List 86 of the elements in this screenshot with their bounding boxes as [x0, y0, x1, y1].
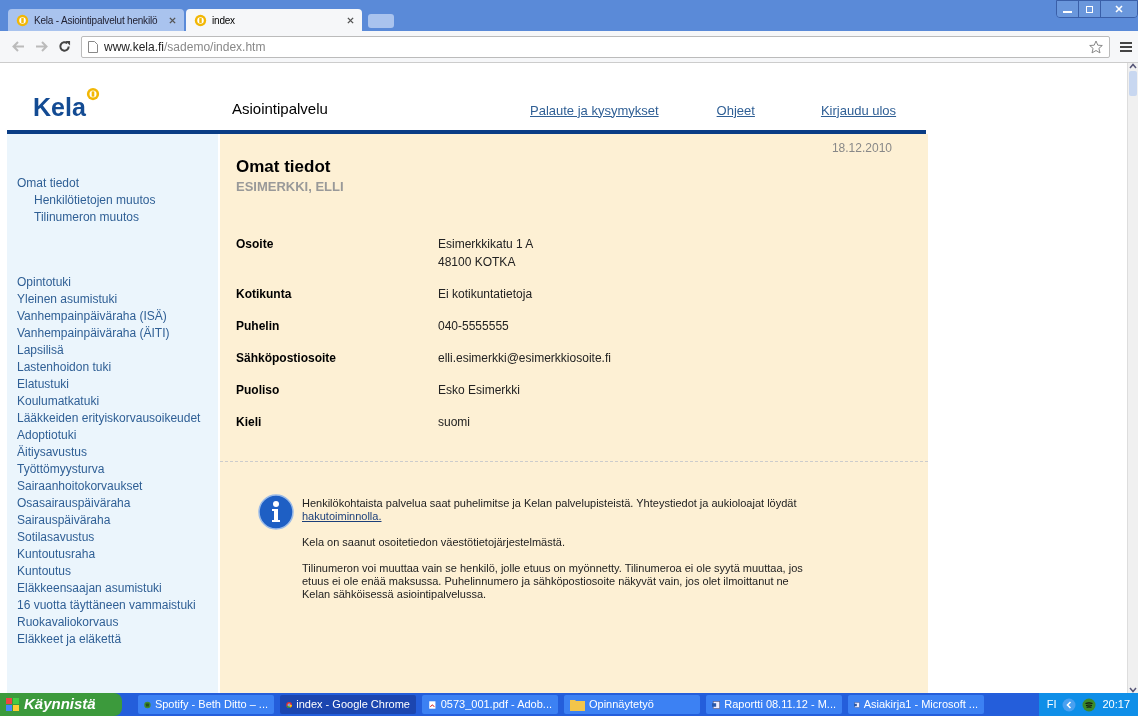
- taskbar-button[interactable]: Raportti 08.11.12 - M...: [706, 695, 842, 714]
- field-value: 040-5555555: [438, 317, 509, 335]
- clock: 20:17: [1102, 697, 1130, 713]
- taskbar-button[interactable]: Opinnäytetyö: [564, 695, 700, 714]
- field-value: suomi: [438, 413, 470, 431]
- tab-title: Kela - Asiointipalvelut henkilö: [34, 13, 159, 28]
- language-indicator[interactable]: FI: [1046, 696, 1057, 713]
- search-link[interactable]: hakutoiminnolla.: [302, 509, 382, 522]
- sidebar-link[interactable]: Ruokavaliokorvaus: [17, 614, 212, 631]
- sidebar-link[interactable]: Opintotuki: [17, 274, 212, 291]
- spotify-icon: [1082, 697, 1097, 712]
- info-paragraph: Kela on saanut osoitetiedon väestötietojärjestelmästä.: [302, 535, 566, 549]
- close-icon[interactable]: [347, 16, 354, 24]
- field-label: Puhelin: [236, 317, 281, 335]
- field-label: Kotikunta: [236, 285, 293, 303]
- sidebar-link[interactable]: Sairauspäiväraha: [17, 512, 212, 529]
- reload-icon[interactable]: [58, 40, 71, 53]
- address-bar[interactable]: www.kela.fi/sademo/index.htm: [81, 35, 1110, 58]
- minimize-button[interactable]: [1057, 1, 1079, 17]
- sidebar-link[interactable]: Äitiysavustus: [17, 444, 212, 461]
- header-link[interactable]: Palaute ja kysymykset: [530, 100, 659, 120]
- kela-logo: Kela: [33, 95, 86, 120]
- browser-tab[interactable]: index: [186, 9, 362, 31]
- person-name: ESIMERKKI, ELLI: [236, 178, 345, 196]
- sidebar-link[interactable]: Osasairauspäiväraha: [17, 495, 212, 512]
- scrollbar[interactable]: [1127, 63, 1138, 693]
- chevron-left-icon[interactable]: [1062, 697, 1077, 712]
- header-link[interactable]: Kirjaudu ulos: [820, 100, 897, 120]
- info-paragraph: Henkilökohtaista palvelua saat puhelimitse ja Kelan palvelupisteistä. Yhteystiedot ja aukioloajat löydät hakutoiminnolla.: [302, 496, 798, 523]
- field-value: Ei kotikuntatietoja: [438, 285, 533, 303]
- sidebar-link[interactable]: Koulumatkatuki: [17, 393, 212, 410]
- favicon-icon: [194, 13, 207, 27]
- sidebar-link[interactable]: Lääkkeiden erityiskorvausoikeudet: [17, 410, 212, 427]
- sidebar-link[interactable]: Eläkkeensaajan asumistuki: [17, 580, 212, 597]
- sidebar-link[interactable]: Kuntoutus: [17, 563, 212, 580]
- sidebar-link[interactable]: Henkilötietojen muutos: [17, 192, 212, 209]
- sidebar-link[interactable]: Sairaanhoitokorvaukset: [17, 478, 212, 495]
- sidebar-link[interactable]: Sotilasavustus: [17, 529, 212, 546]
- star-icon[interactable]: [1089, 39, 1103, 54]
- start-button[interactable]: Käynnistä: [0, 693, 122, 716]
- taskbar-button[interactable]: 0573_001.pdf - Adob...: [422, 695, 558, 714]
- windows-logo-icon: [6, 697, 20, 712]
- sidebar-link[interactable]: 16 vuotta täyttäneen vammaistuki: [17, 597, 212, 614]
- sidebar-link[interactable]: Vanhempainpäiväraha (ÄITI): [17, 325, 212, 342]
- scroll-down-icon[interactable]: [1129, 687, 1137, 693]
- field-label: Kieli: [236, 413, 263, 431]
- folder-icon: [570, 698, 585, 711]
- field-value: elli.esimerkki@esimerkkiosoite.fi: [438, 349, 611, 367]
- field-label: Puoliso: [236, 381, 281, 399]
- sidebar-link[interactable]: Lastenhoidon tuki: [17, 359, 212, 376]
- field-value: Esko Esimerkki: [438, 381, 520, 399]
- taskbar-button[interactable]: index - Google Chrome: [280, 695, 416, 714]
- tab-title: index: [212, 13, 236, 28]
- service-title: Asiointipalvelu: [232, 98, 329, 119]
- sidebar-link[interactable]: Työttömyysturva: [17, 461, 212, 478]
- sidebar-link[interactable]: Elatustuki: [17, 376, 212, 393]
- url-text: www.kela.fi/sademo/index.htm: [104, 38, 267, 56]
- scrollbar-thumb[interactable]: [1129, 71, 1137, 96]
- logo-badge-icon: [85, 87, 100, 101]
- page-icon: [88, 40, 98, 53]
- sidebar-link[interactable]: Kuntoutusraha: [17, 546, 212, 563]
- field-value: Esimerkkikatu 1 A: [438, 235, 534, 253]
- sidebar-link[interactable]: Omat tiedot: [17, 175, 212, 192]
- sidebar-link[interactable]: Tilinumeron muutos: [17, 209, 212, 226]
- field-value: 48100 KOTKA: [438, 253, 517, 271]
- close-icon: [1115, 5, 1123, 13]
- sidebar-link[interactable]: Eläkkeet ja eläkettä: [17, 631, 212, 648]
- header-link[interactable]: Ohjeet: [716, 100, 755, 120]
- menu-icon[interactable]: [1120, 40, 1132, 53]
- taskbar-button[interactable]: Spotify - Beth Ditto – ...: [138, 695, 274, 714]
- field-label: Osoite: [236, 235, 275, 253]
- page-title: Omat tiedot: [236, 157, 332, 177]
- taskbar-button[interactable]: Asiakirja1 - Microsoft ...: [848, 695, 984, 714]
- browser-tab[interactable]: Kela - Asiointipalvelut henkilö: [8, 9, 184, 31]
- info-paragraph: Tilinumeron voi muuttaa vain se henkilö, jolle etuus on myönnetty. Tilinumeroa ei ole syytä muuttaa, jos etuus ei ole enää maksussa. Puhelinnumero ja sähköpostiosoite näkyvät vain, jos olet ilmoittanut ne Kelan sähköisessä asiointipalvelussa.: [302, 561, 804, 601]
- date-text: 18.12.2010: [831, 140, 892, 157]
- sidebar-link[interactable]: Vanhempainpäiväraha (ISÄ): [17, 308, 212, 325]
- sidebar-link[interactable]: Adoptiotuki: [17, 427, 212, 444]
- sidebar-link[interactable]: Yleinen asumistuki: [17, 291, 212, 308]
- favicon-icon: [16, 13, 29, 27]
- sidebar-link[interactable]: Lapsilisä: [17, 342, 212, 359]
- restore-button[interactable]: [1079, 1, 1101, 17]
- info-icon: [258, 493, 294, 530]
- close-icon[interactable]: [169, 16, 176, 24]
- scroll-up-icon[interactable]: [1129, 63, 1137, 69]
- field-label: Sähköpostiosoite: [236, 349, 337, 367]
